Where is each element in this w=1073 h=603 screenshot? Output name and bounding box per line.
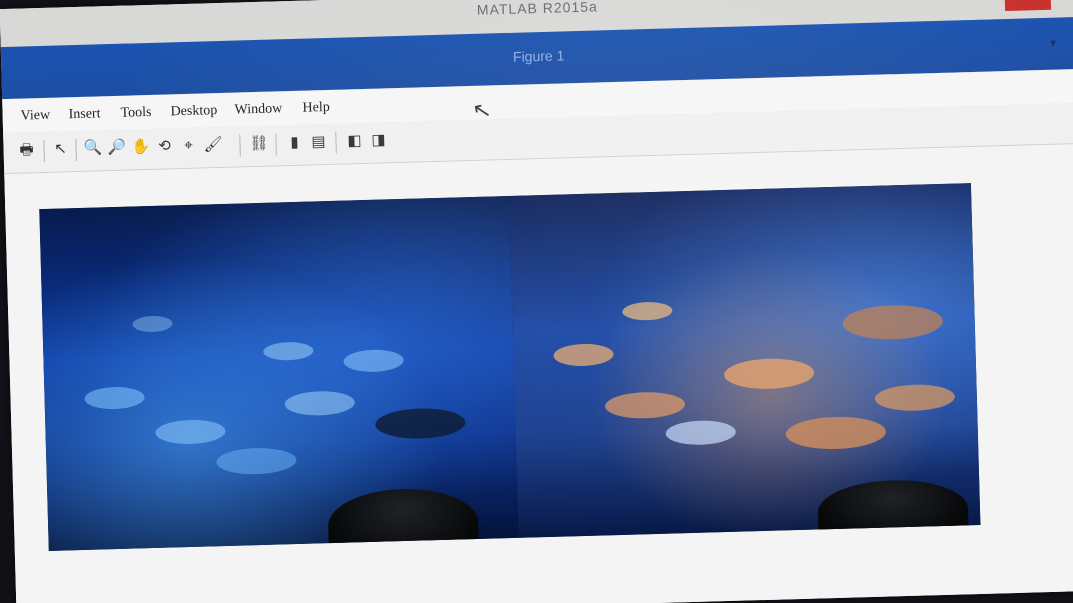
menu-view[interactable]: View — [20, 108, 50, 125]
colorbar-icon[interactable]: ▮ — [285, 134, 303, 152]
photo-frame: MATLAB R2015a × Figure 1 ▾ View Insert T… — [0, 0, 1073, 603]
fish-shape — [874, 383, 956, 412]
fish-shape — [155, 418, 226, 445]
figure-image[interactable] — [39, 183, 981, 551]
show-plot-tools-icon[interactable]: ◨ — [369, 131, 387, 149]
fish-shape — [665, 419, 737, 446]
fish-shape — [84, 386, 145, 410]
menu-desktop[interactable]: Desktop — [170, 103, 217, 120]
toolbar-separator — [43, 139, 45, 162]
chevron-down-icon[interactable]: ▾ — [1050, 36, 1056, 50]
fish-shape — [553, 343, 614, 367]
zoom-in-icon[interactable]: 🔍 — [83, 139, 102, 157]
fish-shape — [374, 407, 466, 440]
toolbar-separator — [75, 139, 77, 162]
rotate-3d-icon[interactable]: ⟲ — [155, 137, 173, 155]
fish-shape — [343, 348, 404, 373]
fish-shape — [723, 357, 815, 391]
image-panel-left — [39, 195, 519, 551]
rock-shape — [817, 478, 969, 543]
link-icon[interactable]: ⛓ — [249, 135, 269, 153]
menu-insert[interactable]: Insert — [68, 106, 100, 123]
fish-shape — [284, 390, 356, 417]
fish-shape — [785, 415, 887, 451]
fish-shape — [622, 301, 673, 321]
fish-shape — [842, 303, 944, 341]
print-icon[interactable]: 🖶 — [17, 141, 35, 159]
menu-tools[interactable]: Tools — [120, 105, 151, 122]
fish-shape — [604, 391, 686, 420]
toolbar-separator — [335, 131, 337, 154]
figure-window: MATLAB R2015a × Figure 1 ▾ View Insert T… — [0, 0, 1073, 603]
rock-shape — [327, 486, 480, 551]
fish-shape — [132, 315, 173, 333]
brush-icon[interactable]: 🖌 — [203, 136, 223, 154]
fish-shape — [216, 447, 297, 476]
image-panel-right — [509, 183, 981, 543]
fish-shape — [263, 341, 314, 361]
menu-help[interactable]: Help — [302, 100, 330, 117]
close-button[interactable]: × — [1004, 0, 1052, 12]
legend-icon[interactable]: ▤ — [309, 133, 327, 151]
menu-window[interactable]: Window — [234, 101, 282, 118]
hide-plot-tools-icon[interactable]: ◧ — [345, 132, 363, 150]
toolbar-separator — [275, 133, 277, 156]
figure-canvas — [4, 144, 1073, 603]
pointer-icon[interactable]: ↖ — [51, 140, 69, 158]
zoom-out-icon[interactable]: 🔎 — [107, 139, 126, 157]
toolbar-separator — [239, 134, 241, 157]
pan-icon[interactable]: ✋ — [131, 138, 150, 156]
data-cursor-icon[interactable]: ⌖ — [179, 137, 197, 155]
